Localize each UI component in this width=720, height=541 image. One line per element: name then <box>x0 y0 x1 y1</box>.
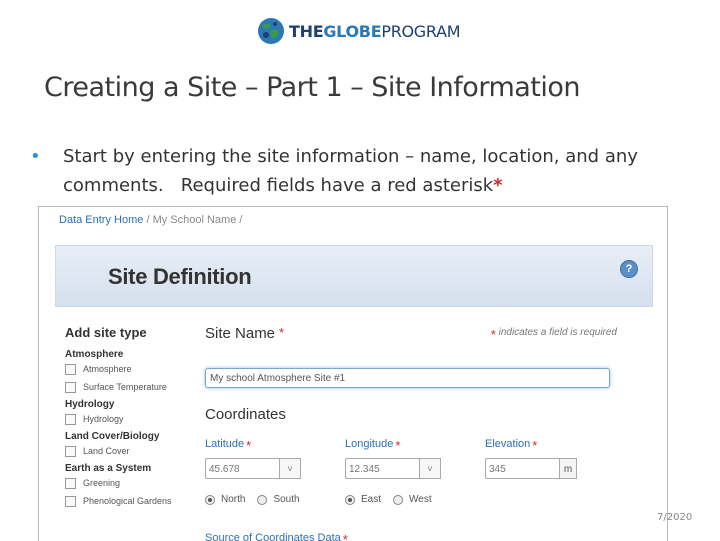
required-note-text: indicates a field is required <box>498 327 617 338</box>
site-definition-screenshot: Data Entry Home / My School Name / Site … <box>38 206 668 541</box>
elevation-label-text: Elevation <box>485 438 531 450</box>
site-type-label: Atmosphere <box>83 364 132 374</box>
elevation-field: Elevation * 345 m <box>485 438 577 479</box>
required-asterisk: * <box>279 325 285 340</box>
longitude-label: Longitude * <box>345 438 441 453</box>
latitude-field: Latitude * 45.678 ˅ <box>205 438 301 479</box>
radio-east[interactable]: East <box>345 494 381 505</box>
bullet-text: Start by entering the site information –… <box>63 146 638 196</box>
radio-label: West <box>409 494 432 505</box>
bullet-text-wrap: Start by entering the site information –… <box>63 142 700 200</box>
site-type-label: Surface Temperature <box>83 382 167 392</box>
radio-west[interactable]: West <box>393 494 432 505</box>
bullet-dot-icon: • <box>30 146 41 167</box>
banner-title: Site Definition <box>108 264 252 289</box>
latitude-input[interactable]: 45.678 <box>205 458 279 479</box>
checkbox[interactable] <box>65 381 76 393</box>
checkbox[interactable] <box>65 495 76 507</box>
radio-button[interactable] <box>205 494 215 505</box>
add-site-type-panel: Add site type Atmosphere Atmosphere Surf… <box>65 325 215 510</box>
site-name-label-text: Site Name <box>205 325 276 342</box>
radio-north[interactable]: North <box>205 494 245 505</box>
required-asterisk: * <box>532 438 538 453</box>
logo-the: THE <box>289 21 324 41</box>
checkbox[interactable] <box>65 413 76 425</box>
longitude-input[interactable]: 12.345 <box>345 458 419 479</box>
site-type-label: Hydrology <box>83 414 124 424</box>
latitude-hemisphere-radios: North South <box>205 494 312 505</box>
site-form: Site Name * * indicates a field is requir… <box>205 325 645 541</box>
logo-wordmark: THEGLOBEPROGRAM <box>289 21 461 41</box>
radio-south[interactable]: South <box>257 494 300 505</box>
chevron-down-icon[interactable]: ˅ <box>419 458 441 479</box>
site-type-surface-temperature[interactable]: Surface Temperature <box>65 378 215 396</box>
site-type-atmosphere[interactable]: Atmosphere <box>65 360 215 378</box>
bullet-red-asterisk: * <box>493 175 503 196</box>
site-definition-banner: Site Definition ? <box>55 245 653 307</box>
site-type-label: Land Cover <box>83 446 130 456</box>
radio-button[interactable] <box>393 494 404 505</box>
checkbox[interactable] <box>65 477 76 489</box>
help-icon[interactable]: ? <box>620 260 638 278</box>
required-note: * indicates a field is required <box>491 327 617 342</box>
longitude-input-group: 12.345 ˅ <box>345 458 441 479</box>
required-asterisk: * <box>246 438 252 453</box>
radio-label: South <box>273 494 300 505</box>
page-number: 7/2020 <box>657 512 693 523</box>
checkbox[interactable] <box>65 445 76 457</box>
logo-globe: GLOBE <box>323 21 382 41</box>
breadcrumb-school[interactable]: My School Name <box>153 214 237 226</box>
site-type-label: Greening <box>83 478 121 488</box>
globe-program-logo: THEGLOBEPROGRAM <box>256 14 461 48</box>
site-type-phenological-gardens[interactable]: Phenological Gardens <box>65 492 215 510</box>
breadcrumb-separator: / <box>239 214 243 226</box>
logo-program: PROGRAM <box>381 21 461 41</box>
elevation-input-group: 345 m <box>485 458 577 479</box>
group-land-cover-biology: Land Cover/Biology <box>65 431 160 442</box>
breadcrumb-separator: / <box>146 214 150 226</box>
longitude-label-text: Longitude <box>345 438 394 450</box>
latitude-input-group: 45.678 ˅ <box>205 458 301 479</box>
longitude-field: Longitude * 12.345 ˅ <box>345 438 441 479</box>
breadcrumb: Data Entry Home / My School Name / <box>59 214 242 226</box>
radio-label: East <box>361 494 382 505</box>
required-asterisk: * <box>395 438 401 453</box>
site-type-greening[interactable]: Greening <box>65 474 215 492</box>
globe-logo-icon <box>258 18 284 44</box>
site-type-hydrology[interactable]: Hydrology <box>65 410 215 428</box>
add-site-type-heading: Add site type <box>65 325 147 340</box>
radio-label: North <box>221 494 246 505</box>
radio-button[interactable] <box>257 494 268 505</box>
site-type-land-cover[interactable]: Land Cover <box>65 442 215 460</box>
bullet-point: • Start by entering the site information… <box>30 142 700 200</box>
latitude-label-text: Latitude <box>205 438 245 450</box>
breadcrumb-home-link[interactable]: Data Entry Home <box>59 214 143 226</box>
elevation-label: Elevation * <box>485 438 577 453</box>
group-hydrology: Hydrology <box>65 399 115 410</box>
required-asterisk: * <box>490 327 496 342</box>
longitude-hemisphere-radios: East West <box>345 494 444 505</box>
elevation-unit: m <box>559 458 577 479</box>
radio-button[interactable] <box>345 494 355 505</box>
site-name-input[interactable]: My school Atmosphere Site #1 <box>205 368 610 388</box>
chevron-down-icon[interactable]: ˅ <box>279 458 301 479</box>
elevation-input[interactable]: 345 <box>485 458 559 479</box>
coordinates-heading: Coordinates <box>205 406 286 423</box>
site-type-label: Phenological Gardens <box>83 496 172 506</box>
latitude-label: Latitude * <box>205 438 301 453</box>
group-atmosphere: Atmosphere <box>65 349 124 360</box>
group-earth-as-a-system: Earth as a System <box>65 463 152 474</box>
checkbox[interactable] <box>65 363 76 375</box>
slide-title: Creating a Site – Part 1 – Site Informat… <box>44 72 581 103</box>
